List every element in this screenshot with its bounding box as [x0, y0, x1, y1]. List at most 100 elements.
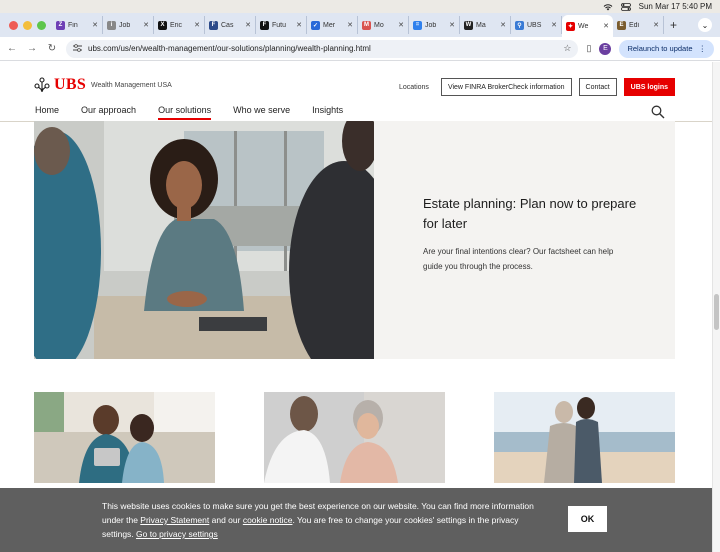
side-panel-icon[interactable]: ▯ [586, 43, 591, 54]
close-tab-icon[interactable]: ✕ [245, 21, 251, 29]
site-settings-icon[interactable] [73, 43, 82, 54]
menubar-clock[interactable]: Sun Mar 17 5:40 PM [639, 2, 712, 11]
browser-tab[interactable]: Z Fin ✕ [52, 16, 103, 34]
mo-icon: M [362, 20, 371, 30]
nav-home[interactable]: Home [35, 105, 59, 118]
card-doctor-patient-photo[interactable] [264, 392, 445, 483]
browser-toolbar: ← → ↻ ubs.com/us/en/wealth-management/ou… [0, 37, 720, 61]
hero-description: Are your final intentions clear? Our fac… [423, 247, 614, 271]
card-couple-tablet-photo[interactable] [34, 392, 215, 483]
browser-tab[interactable]: E Edi ✕ [613, 16, 664, 34]
browser-tab[interactable]: F Cas ✕ [205, 16, 256, 34]
browser-tab[interactable]: ✓ Mer ✕ [307, 16, 358, 34]
main-navigation: Home Our approach Our solutions Who we s… [35, 105, 343, 120]
close-window-button[interactable] [9, 20, 18, 30]
scrollbar-thumb[interactable] [714, 294, 719, 330]
browser-tab[interactable]: M Mo ✕ [358, 16, 409, 34]
tab-label: Cas [221, 21, 234, 29]
url-text[interactable]: ubs.com/us/en/wealth-management/our-solu… [88, 44, 557, 53]
relaunch-button[interactable]: Relaunch to update ⋮ [619, 39, 714, 58]
more-menu-icon: ⋮ [698, 44, 707, 53]
browser-tab[interactable]: X Eric ✕ [154, 16, 205, 34]
x-icon: X [158, 20, 167, 30]
tab-label: Ma [476, 21, 486, 29]
ubs-keys-icon: ✦ [566, 21, 575, 31]
ftc-icon: F [209, 20, 218, 30]
ubs-logo[interactable]: UBS [34, 76, 86, 94]
back-icon[interactable]: ← [6, 43, 18, 54]
browser-tab[interactable]: i Job ✕ [103, 16, 154, 34]
nav-our-solutions[interactable]: Our solutions [158, 105, 212, 120]
cookie-notice-link[interactable]: cookie notice [243, 515, 293, 525]
close-tab-icon[interactable]: ✕ [500, 21, 506, 29]
browser-tab[interactable]: = Job ✕ [409, 16, 460, 34]
relaunch-label: Relaunch to update [627, 44, 693, 53]
z-icon: Z [56, 20, 65, 30]
browser-tab[interactable]: F Futu ✕ [256, 16, 307, 34]
new-tab-button[interactable]: + [664, 18, 683, 32]
close-tab-icon[interactable]: ✕ [143, 21, 149, 29]
check-icon: ✓ [311, 20, 320, 30]
close-tab-icon[interactable]: ✕ [398, 21, 404, 29]
browser-tab[interactable]: W Ma ✕ [460, 16, 511, 34]
privacy-statement-link[interactable]: Privacy Statement [140, 515, 209, 525]
job-icon: = [413, 20, 422, 30]
brand-wordmark: UBS [54, 76, 87, 93]
wifi-icon[interactable] [603, 3, 613, 11]
browser-tab[interactable]: ⚲ UBS ✕ [511, 16, 562, 34]
finra-brokercheck-button[interactable]: View FINRA BrokerCheck information [440, 78, 572, 96]
ubs-keys-icon [34, 77, 50, 92]
cookie-message: This website uses cookies to make sure y… [102, 499, 542, 541]
close-tab-icon[interactable]: ✕ [551, 21, 557, 29]
close-tab-icon[interactable]: ✕ [653, 21, 659, 29]
close-tab-icon[interactable]: ✕ [449, 21, 455, 29]
page-scrollbar[interactable] [712, 62, 720, 552]
close-tab-icon[interactable]: ✕ [296, 21, 302, 29]
hero-meeting-photo [34, 121, 374, 359]
close-tab-icon[interactable]: ✕ [194, 21, 200, 29]
tab-label: Mo [374, 21, 384, 29]
site-header: UBS Wealth Management USA Locations View… [0, 62, 712, 122]
nav-insights[interactable]: Insights [312, 105, 343, 118]
close-tab-icon[interactable]: ✕ [603, 22, 609, 30]
nav-our-approach[interactable]: Our approach [81, 105, 136, 118]
tab-label: Edi [629, 21, 640, 29]
close-tab-icon[interactable]: ✕ [92, 21, 98, 29]
tab-label: Job [425, 21, 437, 29]
control-center-icon[interactable] [620, 2, 631, 11]
contact-button[interactable]: Contact [578, 78, 617, 96]
close-tab-icon[interactable]: ✕ [347, 21, 353, 29]
cookie-ok-button[interactable]: OK [568, 506, 607, 532]
ubs-logins-button[interactable]: UBS logins [623, 78, 675, 96]
reload-icon[interactable]: ↻ [46, 43, 58, 54]
w-icon: W [464, 20, 473, 30]
bookmark-star-icon[interactable]: ☆ [563, 43, 571, 54]
fullscreen-window-button[interactable] [37, 20, 46, 30]
tab-label: Job [119, 21, 131, 29]
tab-label: We [578, 22, 589, 30]
f-icon: F [260, 20, 269, 30]
card-couple-beach-photo[interactable] [494, 392, 675, 483]
forward-icon[interactable]: → [26, 43, 38, 54]
browser-tab-strip: Z Fin ✕ i Job ✕ X Eric ✕ F Cas ✕ F Futu ✕ ✓ Mer ✕ M Mo ✕ = Job… [0, 13, 720, 37]
tab-label: Futu [272, 21, 287, 29]
address-bar[interactable]: ubs.com/us/en/wealth-management/our-solu… [66, 39, 579, 58]
nav-who-we-serve[interactable]: Who we serve [233, 105, 290, 118]
search-icon[interactable] [651, 105, 665, 119]
macos-menu-bar: Sun Mar 17 5:40 PM [0, 0, 720, 13]
person-icon: ⚲ [515, 20, 524, 30]
minimize-window-button[interactable] [23, 20, 32, 30]
tab-search-icon[interactable]: ⌄ [698, 18, 712, 32]
hero-title[interactable]: Estate planning: Plan now to prepare for… [423, 194, 643, 234]
edit-icon: E [617, 20, 626, 30]
browser-tab[interactable]: ✦ We ✕ [562, 15, 613, 37]
header-actions: Locations View FINRA BrokerCheck informa… [399, 78, 675, 96]
privacy-settings-link[interactable]: Go to privacy settings [136, 529, 218, 539]
cookie-banner: This website uses cookies to make sure y… [0, 488, 712, 552]
tab-label: Fin [68, 21, 78, 29]
tab-list: Z Fin ✕ i Job ✕ X Eric ✕ F Cas ✕ F Futu ✕ ✓ Mer ✕ M Mo ✕ = Job… [52, 13, 664, 37]
window-controls [0, 20, 52, 30]
locations-link[interactable]: Locations [399, 84, 429, 91]
info-icon: i [107, 20, 116, 30]
profile-avatar[interactable]: E [599, 42, 612, 55]
